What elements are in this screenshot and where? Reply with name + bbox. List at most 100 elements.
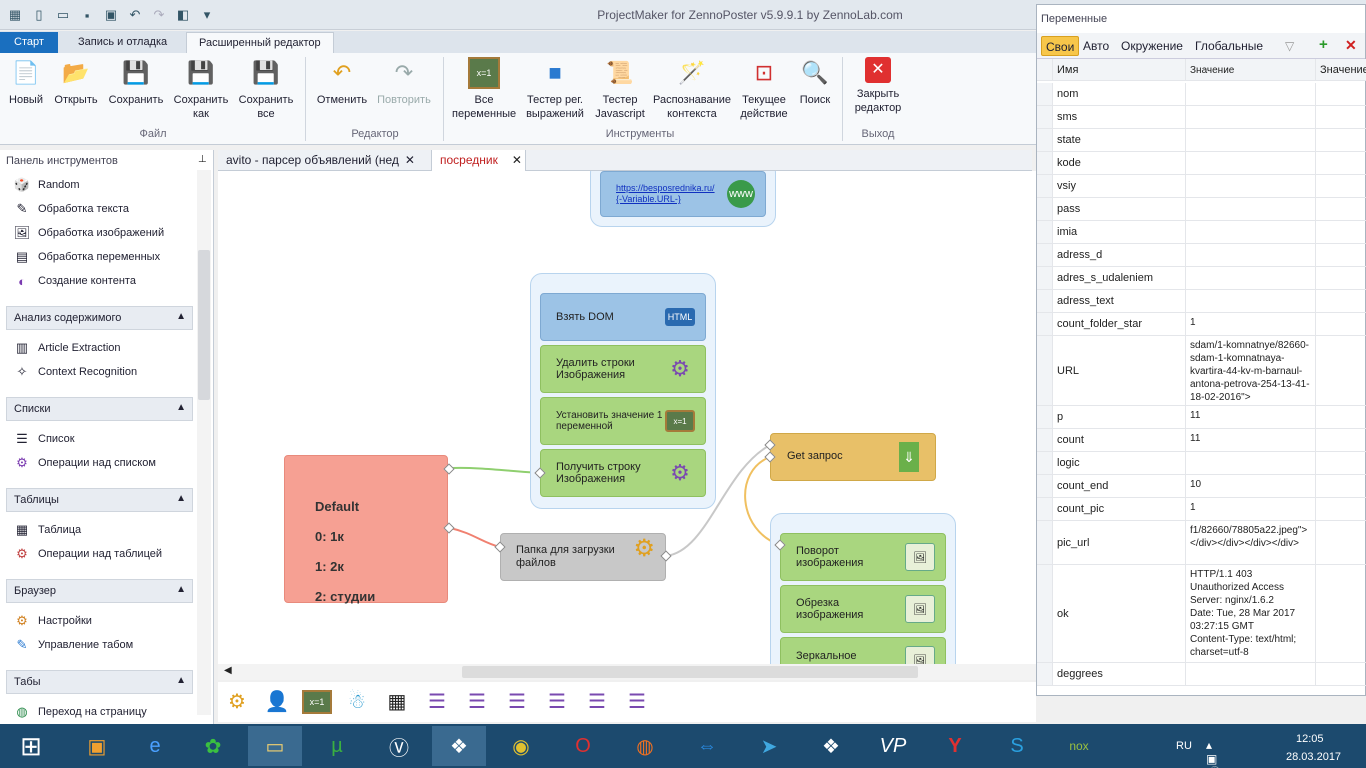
canvas-scrollbar[interactable]: ◀ — [218, 664, 1036, 680]
get-dom-block[interactable]: Взять DOM HTML — [540, 293, 706, 341]
bot-icon[interactable]: ☃ — [342, 686, 372, 716]
telegram-icon[interactable]: ➤ — [742, 726, 796, 766]
variable-name[interactable]: pass — [1057, 198, 1080, 220]
mirror-image-block[interactable]: Зеркальное 🖼 — [780, 637, 946, 664]
variable-value[interactable] — [1185, 290, 1315, 312]
variable-name[interactable]: deggrees — [1057, 663, 1103, 685]
delete-rows-block[interactable]: Удалить строки Изображения ⚙ — [540, 345, 706, 393]
new-icon[interactable]: ▯ — [30, 6, 48, 24]
variable-row[interactable]: adress_text — [1037, 290, 1366, 313]
switch-block[interactable]: Default 0: 1к 1: 2к 2: студии — [284, 455, 448, 604]
explorer-icon[interactable]: ▭ — [248, 726, 302, 766]
variable-value-2[interactable] — [1315, 267, 1366, 289]
undo-button[interactable]: ↶ Отменить — [312, 57, 372, 107]
regex-tester-button[interactable]: ■ Тестер рег. выражений — [522, 57, 588, 121]
variable-value[interactable] — [1185, 663, 1315, 685]
variable-value-2[interactable] — [1315, 429, 1366, 451]
variable-name[interactable]: adress_d — [1057, 244, 1102, 266]
new-button[interactable]: 📄 Новый — [6, 57, 46, 107]
variable-value-2[interactable] — [1315, 663, 1366, 685]
all-variables-button[interactable]: x=1 Все переменные — [452, 57, 516, 121]
variable-name[interactable]: count — [1057, 429, 1084, 451]
variable-value[interactable]: 11 — [1185, 406, 1315, 428]
variable-value[interactable]: sdam/1-komnatnye/82660-sdam-1-komnatnaya… — [1185, 336, 1315, 405]
variable-value-2[interactable] — [1315, 452, 1366, 474]
tab-auto-vars[interactable]: Авто — [1079, 36, 1113, 56]
nox-icon[interactable]: nox — [1052, 726, 1106, 766]
utorrent-icon[interactable]: µ — [310, 726, 364, 766]
chalkboard-icon[interactable]: x=1 — [302, 690, 332, 714]
variable-value[interactable]: 11 — [1185, 429, 1315, 451]
vp-icon[interactable]: VP — [866, 726, 920, 766]
header-name[interactable]: Имя — [1057, 59, 1078, 80]
app-icon[interactable]: ▣ — [70, 726, 124, 766]
variable-value-2[interactable] — [1315, 221, 1366, 243]
list-icon[interactable]: ☰ — [502, 686, 532, 716]
variable-value-2[interactable] — [1315, 475, 1366, 497]
variable-value[interactable]: f1/82660/78805a22.jpeg"></div></div></di… — [1185, 521, 1315, 564]
get-row-block[interactable]: Получить строку Изображения ⚙ — [540, 449, 706, 497]
variable-value-2[interactable] — [1315, 175, 1366, 197]
js-tester-button[interactable]: 📜 Тестер Javascript — [592, 57, 648, 121]
variable-value-2[interactable] — [1315, 521, 1366, 564]
open-button[interactable]: 📂 Открыть — [50, 57, 102, 107]
variable-name[interactable]: adress_text — [1057, 290, 1114, 312]
variable-value-2[interactable] — [1315, 565, 1366, 662]
save-all-button[interactable]: 💾 Сохранить все — [236, 57, 296, 121]
get-request-block[interactable]: Get запрос ⇓ — [770, 433, 936, 481]
gears-icon[interactable]: ⚙ — [222, 686, 252, 716]
scroll-thumb[interactable] — [462, 666, 918, 678]
variable-name[interactable]: count_end — [1057, 475, 1108, 497]
toolbox-scrollbar[interactable] — [197, 170, 211, 715]
close-editor-button[interactable]: ✕ Закрыть редактор — [850, 57, 906, 115]
variable-value[interactable]: 1 — [1185, 498, 1315, 520]
url-block[interactable]: https://besposrednika.ru/{-Variable.URL-… — [600, 171, 766, 217]
variable-name[interactable]: ok — [1057, 565, 1069, 662]
ie-icon[interactable]: e — [128, 726, 182, 766]
project-canvas[interactable]: https://besposrednika.ru/{-Variable.URL-… — [218, 171, 1036, 664]
chrome-icon[interactable]: ◉ — [494, 726, 548, 766]
variable-value[interactable] — [1185, 244, 1315, 266]
section-tabs[interactable]: Табы ▲ — [6, 670, 193, 694]
variable-value-2[interactable] — [1315, 198, 1366, 220]
skype-icon[interactable]: S — [990, 726, 1044, 766]
tool-tab-management[interactable]: ✎ Управление табом — [14, 635, 134, 655]
tool-text-processing[interactable]: ✎ Обработка текста — [14, 199, 130, 219]
user-icon[interactable]: 👤 — [262, 686, 292, 716]
tab-record-debug[interactable]: Запись и отладка — [66, 32, 179, 53]
open-icon[interactable]: ▭ — [54, 6, 72, 24]
variable-name[interactable]: pic_url — [1057, 521, 1089, 564]
variable-row[interactable]: vsiy — [1037, 175, 1366, 198]
table-icon[interactable]: ▦ — [382, 686, 412, 716]
variable-name[interactable]: kode — [1057, 152, 1081, 174]
variable-name[interactable]: sms — [1057, 106, 1077, 128]
tool-list-operations[interactable]: ⚙ Операции над списком — [14, 453, 156, 473]
doc-tab-posrednik[interactable]: посредник ✕ — [432, 150, 526, 171]
save-button[interactable]: 💾 Сохранить — [106, 57, 166, 107]
teamviewer-icon[interactable]: ⇔ — [680, 726, 734, 766]
variable-row[interactable]: adress_d — [1037, 244, 1366, 267]
tool-context-recognition[interactable]: ✧ Context Recognition — [14, 362, 138, 382]
variable-name[interactable]: adres_s_udaleniem — [1057, 267, 1153, 289]
variable-value-2[interactable] — [1315, 129, 1366, 151]
variable-value[interactable] — [1185, 221, 1315, 243]
list-icon[interactable]: ☰ — [622, 686, 652, 716]
variable-row[interactable]: count_folder_star 1 — [1037, 313, 1366, 336]
lang-indicator[interactable]: RU — [1176, 740, 1192, 752]
variable-value-2[interactable] — [1315, 313, 1366, 335]
context-recognition-button[interactable]: 🪄 Распознавание контекста — [652, 57, 732, 121]
variable-value[interactable] — [1185, 106, 1315, 128]
variable-name[interactable]: vsiy — [1057, 175, 1076, 197]
crop-image-block[interactable]: Обрезка изображения 🖼 — [780, 585, 946, 633]
section-content-analysis[interactable]: Анализ содержимого ▲ — [6, 306, 193, 330]
variable-value-2[interactable] — [1315, 290, 1366, 312]
tool-browser-settings[interactable]: ⚙ Настройки — [14, 611, 92, 631]
start-icon[interactable]: ⊞ — [4, 726, 58, 766]
doc-tab-avito[interactable]: avito - парсер объявлений (нед ✕ — [218, 150, 432, 171]
variable-name[interactable]: nom — [1057, 83, 1078, 105]
rotate-image-block[interactable]: Поворот изображения 🖼 — [780, 533, 946, 581]
variable-row[interactable]: count_pic 1 — [1037, 498, 1366, 521]
variable-value[interactable] — [1185, 152, 1315, 174]
variable-row[interactable]: imia — [1037, 221, 1366, 244]
undo-icon[interactable]: ↶ — [126, 6, 144, 24]
